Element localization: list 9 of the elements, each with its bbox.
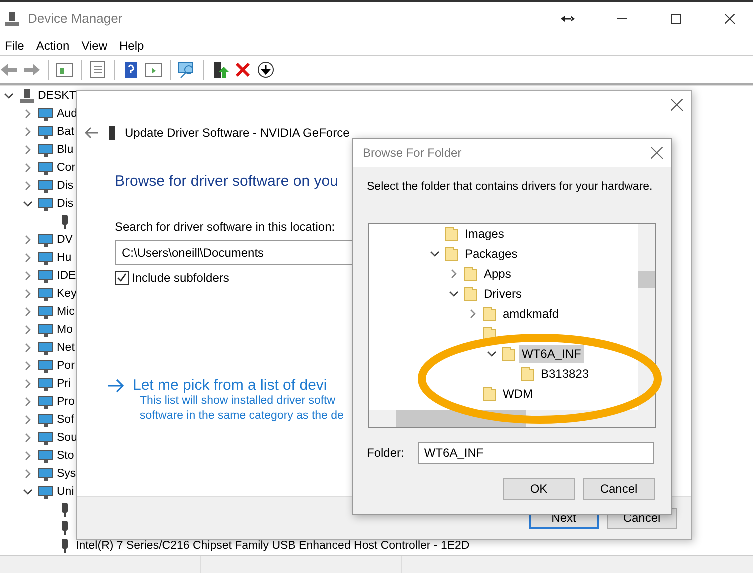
dialog-title: Browse For Folder [363, 146, 462, 160]
link-description: software in the same category as the de [140, 409, 344, 424]
dialog-title: Update Driver Software - NVIDIA GeForce [125, 126, 350, 140]
instruction-text: Select the folder that contains drivers for your hardware. [367, 181, 654, 193]
folder-label: Folder: [367, 446, 404, 460]
search-label: Search for driver software in this location: [115, 220, 336, 234]
window-title: Device Manager [28, 11, 124, 26]
link-description: This list will show installed driver softw [140, 394, 336, 409]
dialog-heading: Browse for driver software on you [115, 173, 338, 190]
